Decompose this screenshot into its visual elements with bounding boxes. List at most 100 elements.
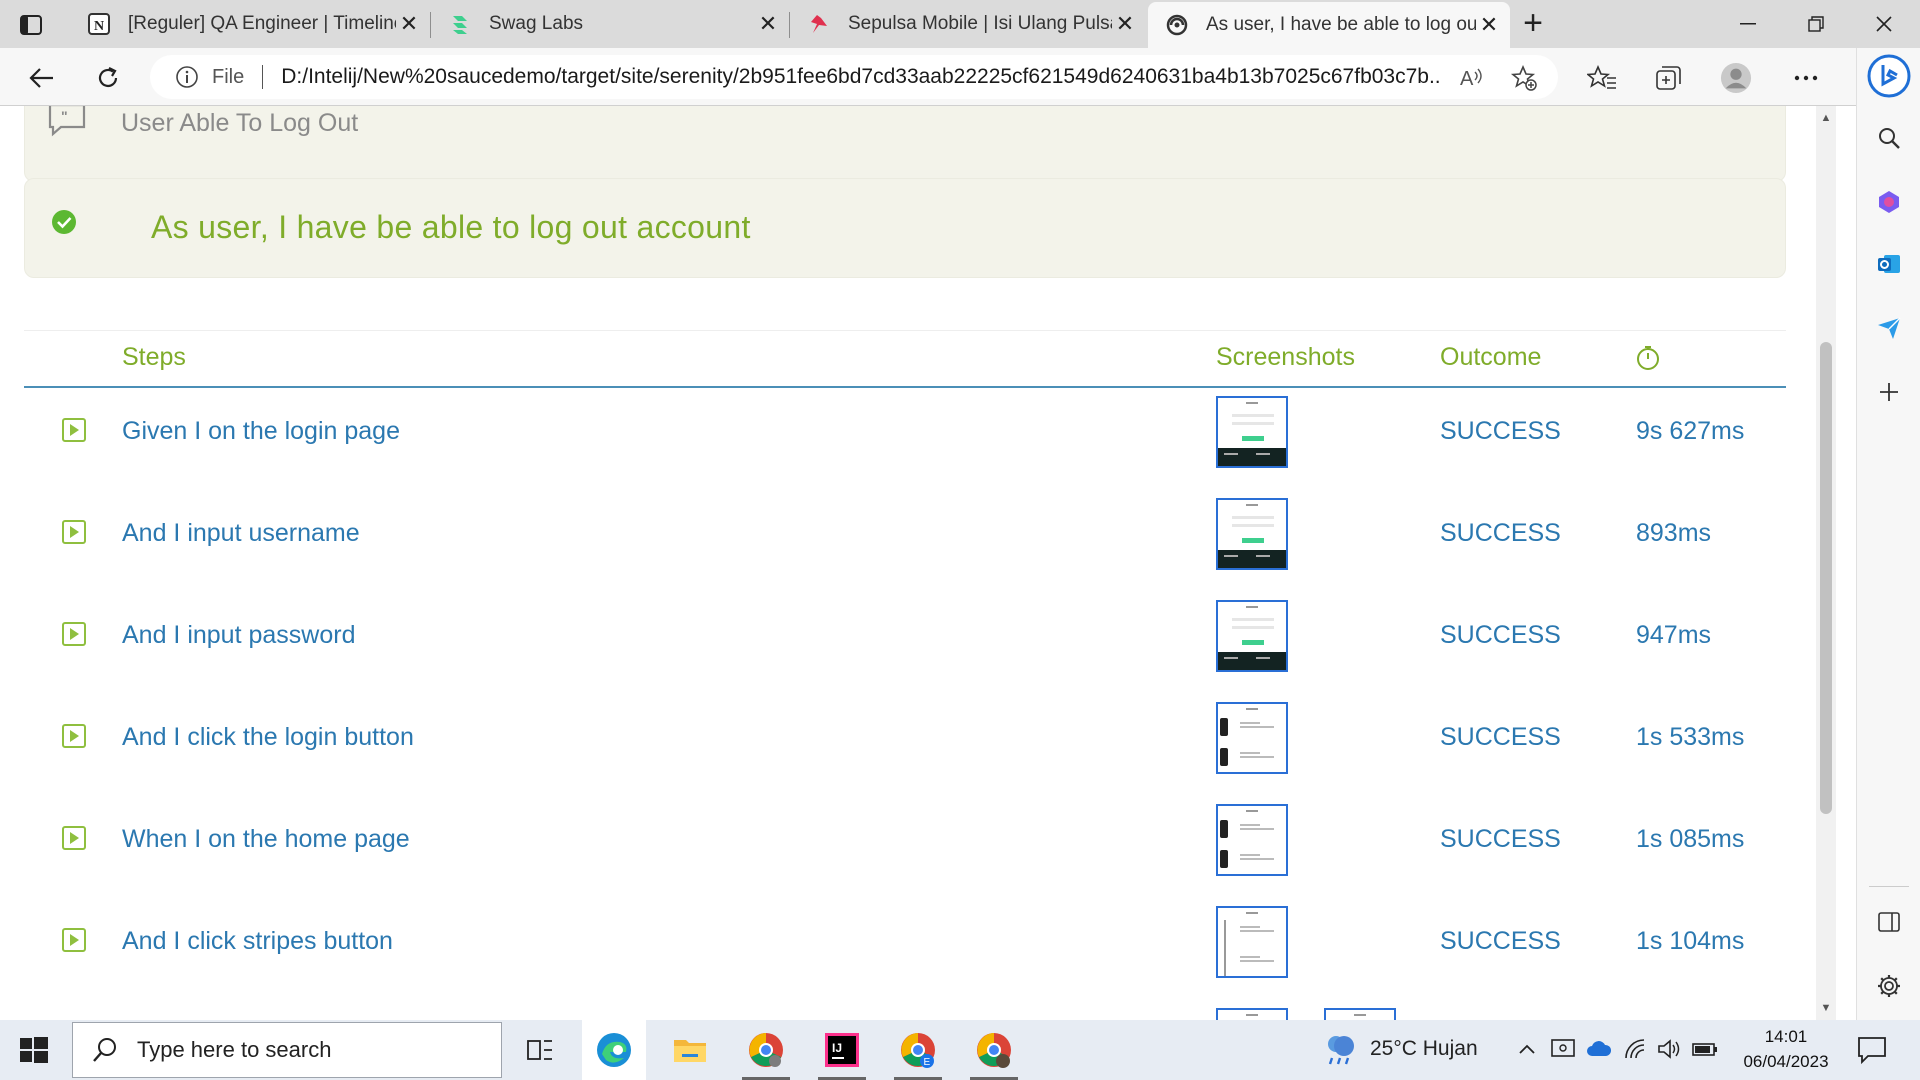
step-description: And I click the login button	[122, 723, 414, 751]
send-icon[interactable]	[1873, 312, 1905, 344]
taskbar-chrome[interactable]	[734, 1020, 798, 1080]
volume-icon[interactable]	[1656, 1036, 1682, 1062]
step-row[interactable]	[24, 1000, 1786, 1020]
url-text[interactable]: D:/Intelij/New%20saucedemo/target/site/s…	[281, 65, 1441, 89]
step-screenshot-thumbnail[interactable]	[1216, 804, 1288, 876]
taskbar-search[interactable]: Type here to search	[72, 1022, 502, 1078]
tab-sepulsa[interactable]: Sepulsa Mobile | Isi Ulang Pulsa S ✕	[790, 0, 1146, 48]
favorites-icon[interactable]	[1586, 62, 1618, 94]
page-scrollbar[interactable]: ▲ ▼	[1816, 106, 1836, 1020]
battery-icon[interactable]	[1692, 1036, 1718, 1062]
discover-icon[interactable]	[1873, 186, 1905, 218]
scroll-down-icon[interactable]: ▼	[1820, 1002, 1832, 1014]
wifi-icon[interactable]	[1622, 1036, 1648, 1062]
tab-swag-labs[interactable]: Swag Labs ✕	[431, 0, 789, 48]
more-options-icon[interactable]	[1790, 62, 1822, 94]
taskbar-file-explorer[interactable]	[658, 1020, 722, 1080]
close-icon[interactable]: ✕	[396, 11, 422, 37]
expand-step-icon[interactable]	[62, 826, 86, 850]
minimize-icon[interactable]	[1718, 6, 1778, 42]
tab-serenity-report[interactable]: As user, I have be able to log out ✕	[1148, 2, 1510, 48]
close-icon[interactable]: ✕	[1476, 12, 1502, 38]
settings-gear-icon[interactable]	[1873, 970, 1905, 1002]
steps-table: Steps Screenshots Outcome Given I on the…	[24, 330, 1786, 1020]
tab-actions-icon[interactable]	[18, 12, 44, 38]
onedrive-cloud-icon[interactable]	[1586, 1036, 1612, 1062]
back-icon[interactable]	[24, 60, 60, 96]
refresh-icon[interactable]	[90, 60, 126, 96]
success-check-icon	[52, 210, 76, 234]
step-row[interactable]: Given I on the login page SUCCESS 9s 627ms	[24, 388, 1786, 490]
notification-icon[interactable]	[1856, 1034, 1888, 1066]
meet-now-icon[interactable]	[1550, 1036, 1576, 1062]
step-outcome: SUCCESS	[1440, 621, 1561, 649]
outlook-icon[interactable]	[1873, 248, 1905, 280]
step-screenshot-thumbnail[interactable]	[1216, 498, 1288, 570]
taskbar-edge[interactable]	[582, 1020, 646, 1080]
step-outcome: SUCCESS	[1440, 723, 1561, 751]
step-row[interactable]: And I click stripes button SUCCESS 1s 104m…	[24, 898, 1786, 1000]
column-header-outcome: Outcome	[1440, 343, 1542, 371]
step-row[interactable]: And I input password SUCCESS 947ms	[24, 592, 1786, 694]
expand-step-icon[interactable]	[62, 418, 86, 442]
step-screenshot-thumbnail[interactable]	[1216, 1008, 1288, 1020]
step-row[interactable]: And I input username SUCCESS 893ms	[24, 490, 1786, 592]
step-screenshot-thumbnail[interactable]	[1216, 600, 1288, 672]
folder-icon	[674, 1040, 706, 1062]
chevron-up-icon[interactable]	[1514, 1036, 1540, 1062]
add-icon[interactable]	[1873, 376, 1905, 408]
taskbar-chrome-profile-e[interactable]: E	[886, 1020, 950, 1080]
taskbar-chrome-profile-photo[interactable]	[962, 1020, 1026, 1080]
expand-step-icon[interactable]	[62, 520, 86, 544]
scrollbar-thumb[interactable]	[1820, 342, 1832, 814]
edge-sidebar	[1856, 48, 1920, 1020]
sepulsa-icon	[806, 11, 832, 37]
new-tab-icon[interactable]: +	[1516, 6, 1550, 42]
tab-notion[interactable]: N [Reguler] QA Engineer | Timeline ✕	[70, 0, 430, 48]
close-icon[interactable]: ✕	[1112, 11, 1138, 37]
info-icon[interactable]	[174, 64, 200, 90]
column-header-steps: Steps	[122, 343, 186, 371]
taskbar-search-placeholder: Type here to search	[137, 1037, 332, 1062]
scroll-up-icon[interactable]: ▲	[1820, 112, 1832, 124]
collections-icon[interactable]	[1652, 62, 1684, 94]
restore-icon[interactable]	[1786, 6, 1846, 42]
task-view-icon[interactable]	[508, 1020, 572, 1080]
step-duration: 1s 533ms	[1636, 723, 1745, 751]
expand-step-icon[interactable]	[62, 724, 86, 748]
step-screenshot-thumbnail[interactable]	[1216, 906, 1288, 978]
step-row[interactable]: And I click the login button SUCCESS 1s 53…	[24, 694, 1786, 796]
svg-text:E: E	[924, 1057, 931, 1068]
add-favorite-icon[interactable]	[1510, 64, 1538, 92]
read-aloud-icon[interactable]: A	[1458, 64, 1486, 92]
scenario-title: As user, I have be able to log out accou…	[151, 209, 751, 245]
step-description: Given I on the login page	[122, 417, 400, 445]
chrome-icon: E	[901, 1033, 935, 1068]
split-panel-icon[interactable]	[1873, 906, 1905, 938]
steps-list: Given I on the login page SUCCESS 9s 627ms…	[24, 388, 1786, 1020]
close-window-icon[interactable]	[1854, 6, 1914, 42]
windows-taskbar: Type here to search IJ E 25°C Hujan 14:0…	[0, 1020, 1920, 1080]
taskbar-intellij[interactable]: IJ	[810, 1020, 874, 1080]
windows-start-icon[interactable]	[18, 1034, 50, 1066]
address-bar[interactable]: File D:/Intelij/New%20saucedemo/target/s…	[150, 55, 1558, 99]
weather-widget[interactable]: 25°C Hujan	[1322, 1030, 1478, 1068]
notion-icon: N	[86, 11, 112, 37]
step-outcome: SUCCESS	[1440, 927, 1561, 955]
step-screenshot-thumbnail[interactable]	[1324, 1008, 1396, 1020]
svg-text:": "	[61, 108, 68, 124]
expand-step-icon[interactable]	[62, 622, 86, 646]
report-page: " User Able To Log Out As user, I have b…	[0, 106, 1836, 1020]
bing-chat-icon[interactable]	[1867, 54, 1911, 98]
step-screenshot-thumbnail[interactable]	[1216, 702, 1288, 774]
expand-step-icon[interactable]	[62, 928, 86, 952]
edge-icon	[597, 1033, 631, 1067]
profile-avatar-icon[interactable]	[1720, 62, 1752, 94]
search-icon[interactable]	[1873, 122, 1905, 154]
close-icon[interactable]: ✕	[755, 11, 781, 37]
step-duration: 1s 085ms	[1636, 825, 1745, 853]
step-row[interactable]: When I on the home page SUCCESS 1s 085ms	[24, 796, 1786, 898]
tab-title: As user, I have be able to log out	[1206, 14, 1476, 35]
taskbar-clock[interactable]: 14:01 06/04/2023	[1726, 1024, 1846, 1074]
step-screenshot-thumbnail[interactable]	[1216, 396, 1288, 468]
